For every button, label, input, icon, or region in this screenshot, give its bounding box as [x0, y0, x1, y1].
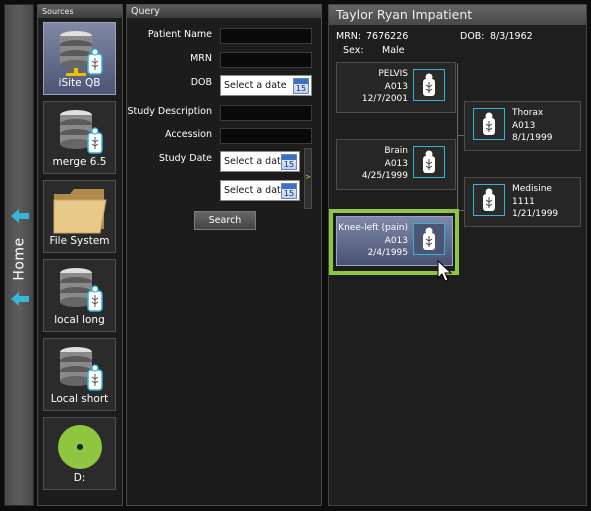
study-name: Medisine	[512, 184, 552, 194]
database-device-icon	[60, 347, 103, 391]
study-date: 4/25/1999	[361, 171, 408, 181]
source-tile-local-long[interactable]: local long	[43, 259, 116, 332]
body-device-icon	[473, 184, 505, 216]
patient-name-label: Patient Name	[147, 29, 212, 40]
search-button[interactable]: Search	[194, 211, 256, 230]
sex-label: Sex:	[343, 45, 364, 56]
study-code: A013	[384, 235, 408, 246]
mrn-input[interactable]	[220, 52, 312, 68]
database-device-icon	[60, 268, 103, 312]
study-date: 2/4/1995	[367, 248, 408, 258]
study-name: Brain	[384, 146, 408, 156]
source-tile-merge[interactable]: merge 6.5	[43, 101, 116, 174]
body-device-icon	[413, 146, 445, 178]
dob-date-text[interactable]: Select a date	[221, 80, 293, 91]
mrn-label: MRN	[190, 53, 212, 64]
study-info: Knee-left (pain) A013 2/4/1995	[338, 222, 408, 260]
database-device-icon	[60, 110, 103, 154]
source-tile-disc[interactable]: D:	[43, 417, 116, 490]
accession-input[interactable]	[220, 128, 312, 144]
patient-name-input[interactable]	[220, 28, 312, 44]
source-label: D:	[73, 472, 86, 484]
study-date: 12/7/2001	[361, 94, 408, 104]
left-arrow-icon[interactable]	[11, 209, 29, 223]
calendar-icon[interactable]: 15	[281, 182, 297, 199]
dob-date-picker[interactable]: Select a date 15	[220, 75, 312, 96]
study-card-brain[interactable]: Brain A013 4/25/1999	[336, 139, 456, 190]
study-code: 1111	[512, 196, 535, 207]
study-code: A013	[384, 81, 408, 92]
disc-icon	[58, 425, 102, 469]
mouse-cursor-icon	[437, 260, 453, 282]
study-info: Medisine 1111 1/21/1999	[512, 183, 558, 221]
patient-title: Taylor Ryan Impatient	[329, 5, 586, 25]
mrn-label: MRN:	[336, 31, 362, 42]
mrn-value: 7676226	[366, 31, 409, 42]
study-code: A013	[512, 120, 536, 131]
query-panel: Query Patient Name MRN DOB Select a date…	[126, 4, 322, 506]
left-arrow-icon[interactable]	[11, 292, 29, 306]
study-info: Brain A013 4/25/1999	[362, 145, 408, 183]
study-date-from-text[interactable]: Select a date	[221, 156, 281, 167]
calendar-icon[interactable]: 15	[293, 77, 309, 94]
sources-header: Sources	[38, 5, 122, 18]
accession-label: Accession	[165, 129, 212, 140]
dob-label: DOB	[190, 77, 212, 88]
study-date-from-picker[interactable]: Select a date 15	[220, 151, 300, 172]
study-date-label: Study Date	[158, 153, 212, 164]
study-name: Knee-left (pain)	[338, 223, 408, 233]
home-bar[interactable]: Home	[4, 4, 34, 506]
expand-arrow-icon[interactable]: >	[305, 173, 311, 181]
sources-panel: Sources iSite QB merge 6.5 File System l…	[37, 4, 123, 506]
dob-value: 8/3/1962	[490, 31, 533, 42]
study-info: Thorax A013 8/1/1999	[512, 107, 552, 145]
query-header: Query	[127, 5, 321, 18]
source-label: iSite QB	[58, 77, 101, 89]
sex-value: Male	[382, 45, 405, 56]
study-info: PELVIS A013 12/7/2001	[362, 68, 408, 106]
study-name: PELVIS	[378, 69, 408, 79]
query-scrollbar[interactable]: >	[304, 148, 312, 209]
study-card-thorax[interactable]: Thorax A013 8/1/1999	[464, 101, 581, 151]
study-date: 8/1/1999	[512, 133, 553, 143]
study-date-to-text[interactable]: Select a date	[221, 185, 281, 196]
source-label: File System	[49, 235, 110, 247]
source-tile-local-short[interactable]: Local short	[43, 338, 116, 411]
source-label: local long	[54, 314, 105, 326]
study-code: A013	[384, 158, 408, 169]
source-label: Local short	[50, 393, 109, 405]
study-description-input[interactable]	[220, 105, 312, 121]
source-label: merge 6.5	[52, 156, 107, 168]
study-card-knee-left[interactable]: Knee-left (pain) A013 2/4/1995	[336, 216, 453, 266]
body-device-icon	[413, 223, 445, 255]
study-date: 1/21/1999	[512, 209, 559, 219]
calendar-icon[interactable]: 15	[281, 153, 297, 170]
home-label[interactable]: Home	[8, 233, 32, 285]
study-card-medisine[interactable]: Medisine 1111 1/21/1999	[464, 177, 581, 227]
body-device-icon	[413, 69, 445, 101]
folder-icon	[53, 189, 107, 234]
study-description-label: Study Description	[127, 106, 212, 117]
source-tile-file-system[interactable]: File System	[43, 180, 116, 253]
database-device-icon	[60, 31, 103, 76]
study-name: Thorax	[512, 108, 544, 118]
body-device-icon	[473, 108, 505, 140]
study-date-to-picker[interactable]: Select a date 15	[220, 180, 300, 201]
dob-label: DOB:	[460, 31, 485, 42]
study-card-pelvis[interactable]: PELVIS A013 12/7/2001	[336, 62, 456, 113]
source-tile-isite-qb[interactable]: iSite QB	[43, 22, 116, 95]
